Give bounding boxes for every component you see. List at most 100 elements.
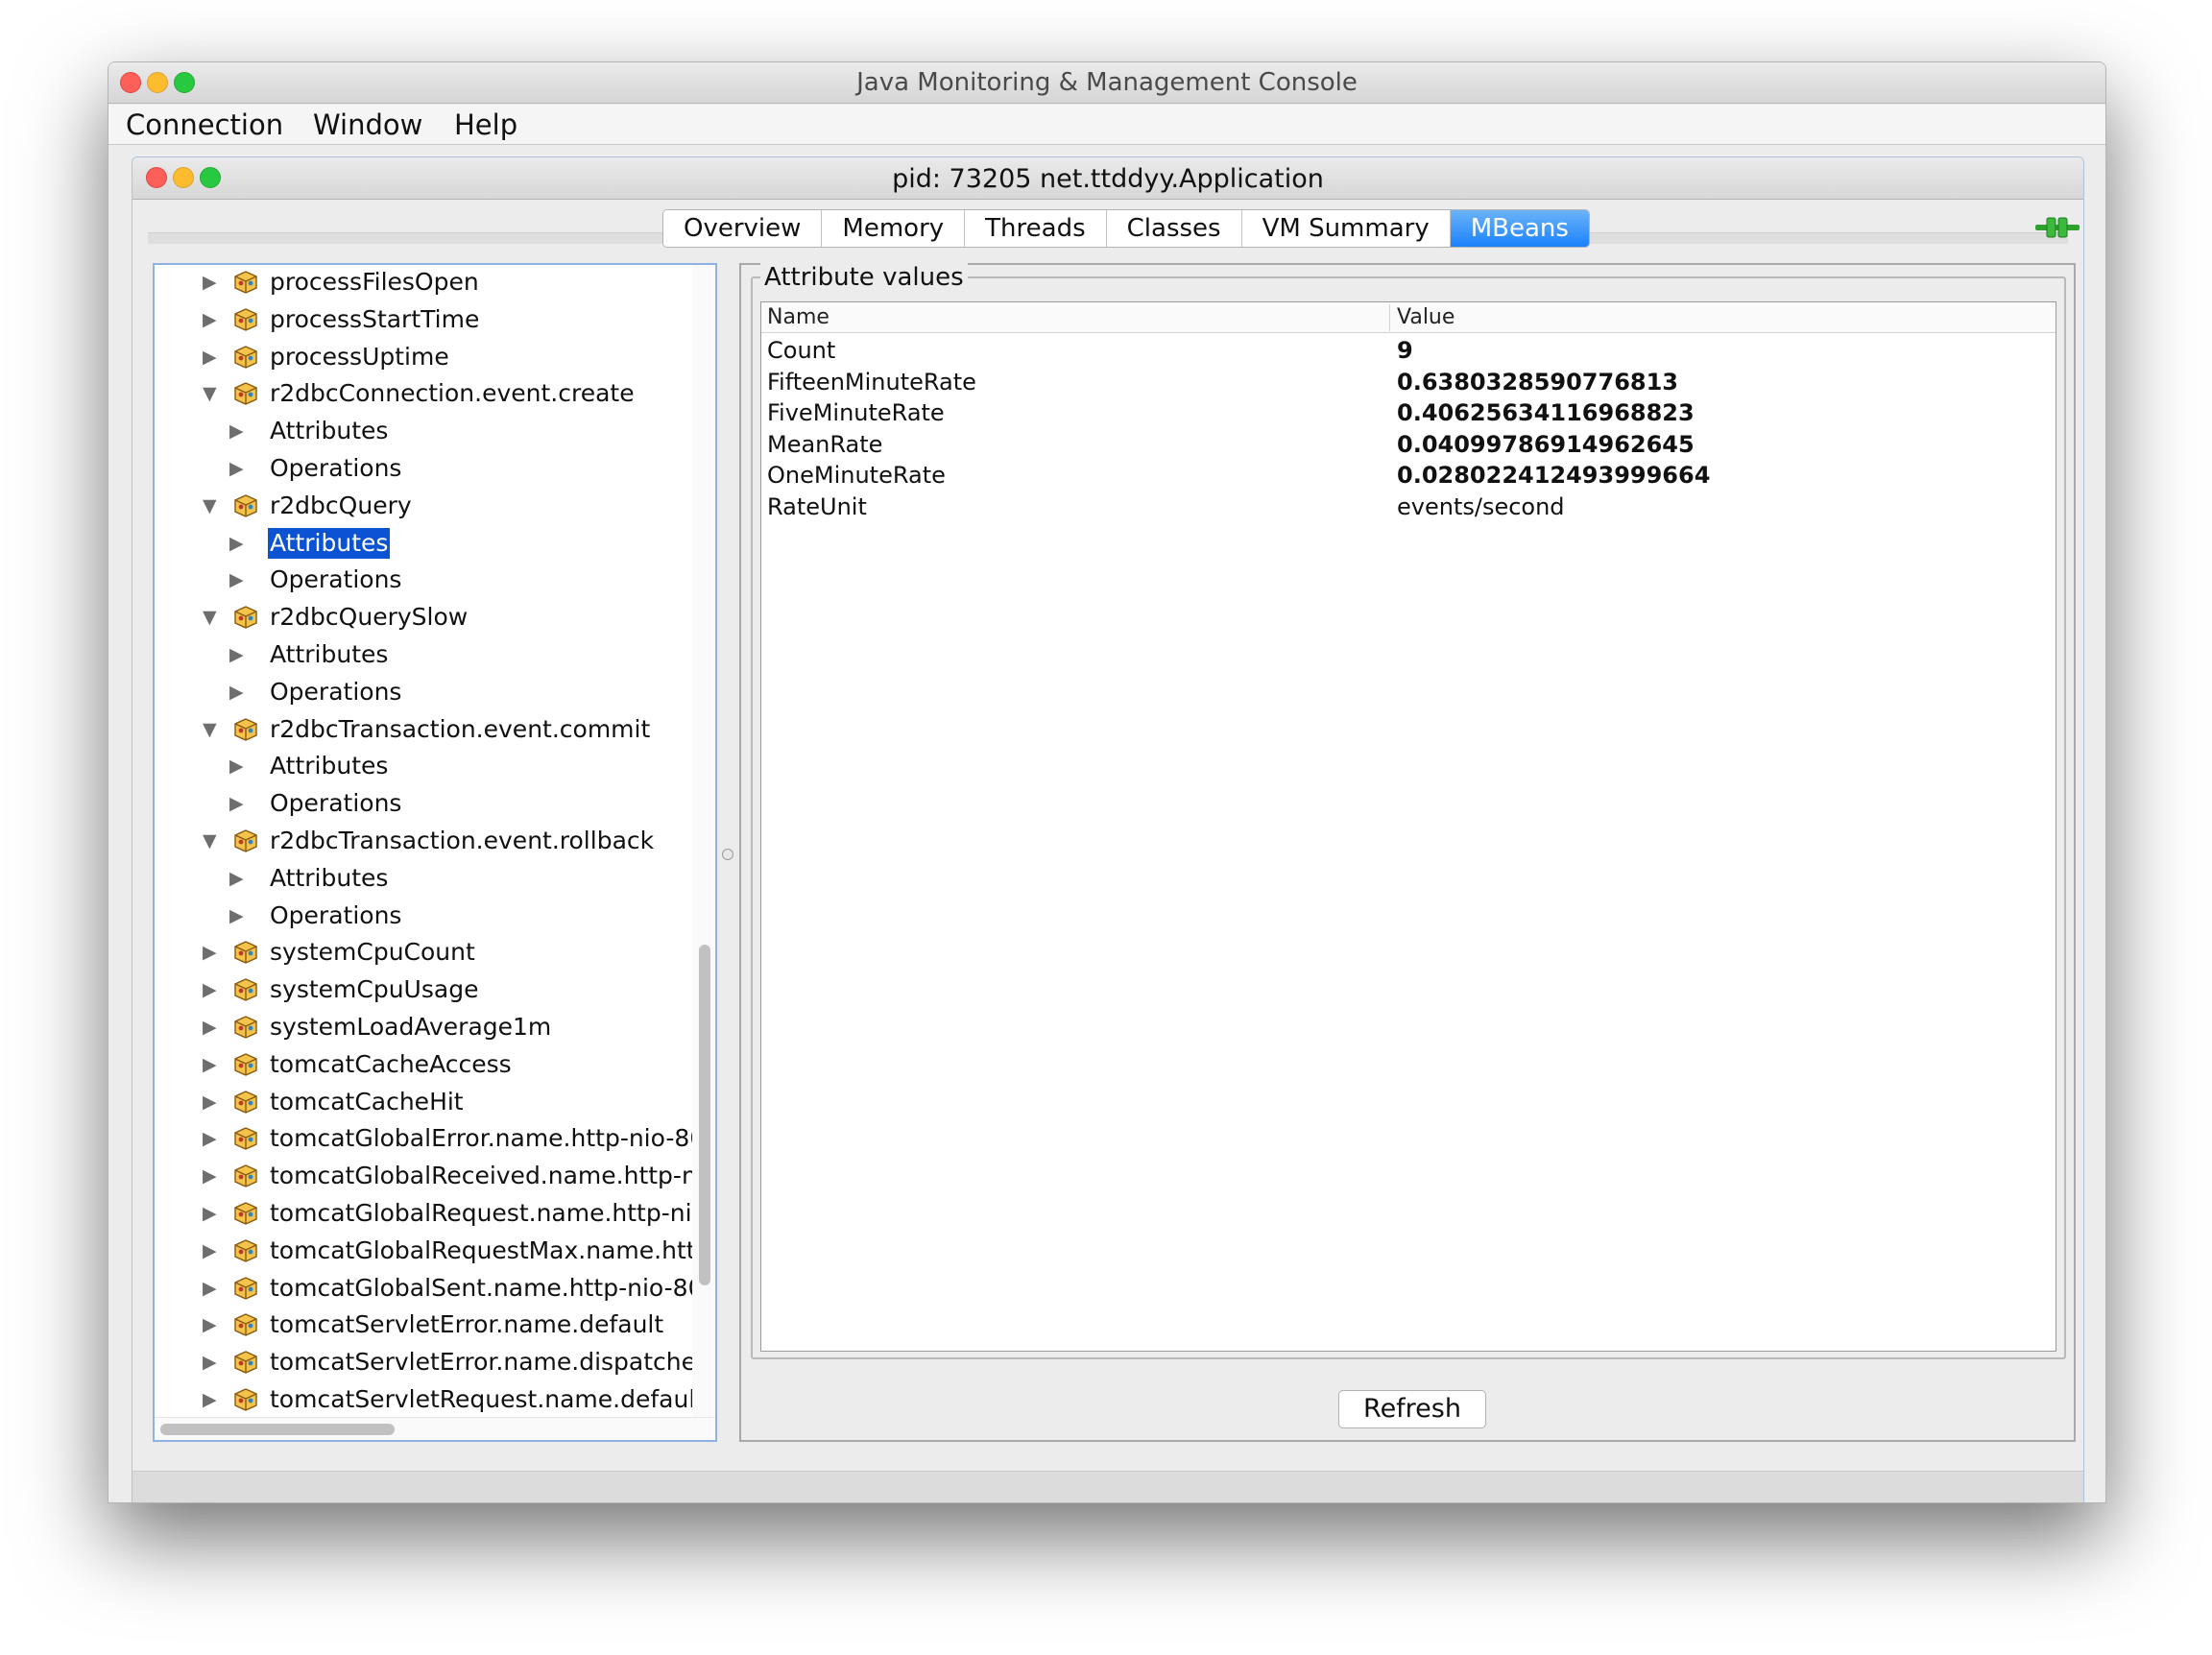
column-separator[interactable] xyxy=(1389,304,1390,331)
expand-down-arrow-icon[interactable]: ▼ xyxy=(203,607,217,628)
collapsed-right-arrow-icon[interactable]: ▶ xyxy=(203,979,217,1000)
tab-memory[interactable]: Memory xyxy=(822,210,966,247)
connected-plug-icon[interactable] xyxy=(2035,215,2080,240)
collapsed-right-arrow-icon[interactable]: ▶ xyxy=(229,793,244,814)
tree-node-operations[interactable]: ▶ Operations xyxy=(155,899,692,935)
tab-classes[interactable]: Classes xyxy=(1106,210,1242,247)
tree-node-label[interactable]: tomcatGlobalRequest.name.http-nio- xyxy=(268,1198,715,1229)
tree-node-label[interactable]: Operations xyxy=(268,677,403,708)
attribute-row[interactable]: OneMinuteRate 0.028022412493999664 xyxy=(761,460,2056,491)
tree-node-label[interactable]: systemCpuUsage xyxy=(268,974,480,1005)
tree-node-mbean[interactable]: ▶ tomcatServletError.name.default xyxy=(155,1307,692,1344)
tree-node-label[interactable]: tomcatServletRequest.name.default xyxy=(268,1384,707,1415)
tree-node-label[interactable]: tomcatCacheHit xyxy=(268,1087,466,1117)
tree-node-label[interactable]: tomcatGlobalSent.name.http-nio-808 xyxy=(268,1273,715,1304)
attribute-row[interactable]: RateUnit events/second xyxy=(761,492,2056,522)
column-header-name[interactable]: Name xyxy=(767,305,830,329)
tab-mbeans[interactable]: MBeans xyxy=(1450,210,1589,247)
tree-node-label[interactable]: Operations xyxy=(268,453,403,484)
tree-node-mbean[interactable]: ▶ tomcatServletRequest.name.default xyxy=(155,1382,705,1419)
expand-down-arrow-icon[interactable]: ▼ xyxy=(203,830,217,851)
tree-node-mbean[interactable]: ▶ processStartTime xyxy=(155,302,692,339)
collapsed-right-arrow-icon[interactable]: ▶ xyxy=(229,756,244,777)
collapsed-right-arrow-icon[interactable]: ▶ xyxy=(229,569,244,590)
attribute-value-cell[interactable]: 0.028022412493999664 xyxy=(1397,462,1710,489)
collapsed-right-arrow-icon[interactable]: ▶ xyxy=(203,1128,217,1149)
column-header-value[interactable]: Value xyxy=(1397,305,1455,329)
attribute-value-cell[interactable]: 0.04099786914962645 xyxy=(1397,431,1695,458)
tree-node-mbean[interactable]: ▼ r2dbcTransaction.event.rollback xyxy=(155,824,692,860)
menu-window[interactable]: Window xyxy=(313,108,422,141)
collapsed-right-arrow-icon[interactable]: ▶ xyxy=(203,1240,217,1261)
tree-node-label[interactable]: tomcatGlobalError.name.http-nio-80 xyxy=(268,1123,707,1154)
tab-vm-summary[interactable]: VM Summary xyxy=(1241,210,1451,247)
tree-node-label[interactable]: r2dbcQuerySlow xyxy=(268,602,469,633)
collapsed-right-arrow-icon[interactable]: ▶ xyxy=(203,309,217,330)
tree-node-operations[interactable]: ▶ Operations xyxy=(155,563,692,599)
collapsed-right-arrow-icon[interactable]: ▶ xyxy=(229,644,244,665)
tree-node-label[interactable]: systemLoadAverage1m xyxy=(268,1012,553,1043)
tree-node-label[interactable]: tomcatCacheAccess xyxy=(268,1049,514,1080)
tree-node-label[interactable]: tomcatServletError.name.dispatcherS xyxy=(268,1347,715,1378)
tree-node-label[interactable]: tomcatGlobalReceived.name.http-nio xyxy=(268,1161,715,1191)
collapsed-right-arrow-icon[interactable]: ▶ xyxy=(203,272,217,293)
tree-node-mbean[interactable]: ▶ tomcatGlobalError.name.http-nio-80 xyxy=(155,1121,705,1158)
expand-down-arrow-icon[interactable]: ▼ xyxy=(203,719,217,740)
tree-horizontal-scroll-thumb[interactable] xyxy=(160,1424,395,1435)
tree-node-operations[interactable]: ▶ Operations xyxy=(155,786,692,823)
tree-node-label[interactable]: r2dbcTransaction.event.commit xyxy=(268,714,652,745)
menu-help[interactable]: Help xyxy=(454,108,517,141)
attribute-row[interactable]: Count 9 xyxy=(761,335,2056,366)
tree-node-mbean[interactable]: ▶ processFilesOpen xyxy=(155,265,692,301)
tree-node-operations[interactable]: ▶ Operations xyxy=(155,451,692,488)
collapsed-right-arrow-icon[interactable]: ▶ xyxy=(203,1091,217,1113)
tree-node-mbean[interactable]: ▶ tomcatGlobalRequestMax.name.http- xyxy=(155,1234,715,1270)
collapsed-right-arrow-icon[interactable]: ▶ xyxy=(229,420,244,442)
tree-node-label[interactable]: tomcatGlobalRequestMax.name.http- xyxy=(268,1235,715,1266)
collapsed-right-arrow-icon[interactable]: ▶ xyxy=(203,347,217,368)
tree-node-mbean[interactable]: ▼ r2dbcConnection.event.create xyxy=(155,376,692,413)
collapsed-right-arrow-icon[interactable]: ▶ xyxy=(203,1054,217,1075)
tree-node-label[interactable]: r2dbcTransaction.event.rollback xyxy=(268,826,656,856)
tree-node-mbean[interactable]: ▶ tomcatCacheAccess xyxy=(155,1047,692,1084)
collapsed-right-arrow-icon[interactable]: ▶ xyxy=(229,533,244,554)
collapsed-right-arrow-icon[interactable]: ▶ xyxy=(203,1017,217,1038)
attribute-value-cell[interactable]: events/second xyxy=(1397,493,1565,520)
tree-node-attributes[interactable]: ▶ Attributes xyxy=(155,414,692,450)
refresh-button[interactable]: Refresh xyxy=(1338,1390,1486,1428)
tree-node-mbean[interactable]: ▶ systemLoadAverage1m xyxy=(155,1010,692,1046)
tree-node-label[interactable]: processFilesOpen xyxy=(268,267,481,298)
collapsed-right-arrow-icon[interactable]: ▶ xyxy=(229,458,244,479)
tree-node-operations[interactable]: ▶ Operations xyxy=(155,675,692,711)
collapsed-right-arrow-icon[interactable]: ▶ xyxy=(203,1314,217,1335)
tree-node-mbean[interactable]: ▶ tomcatGlobalRequest.name.http-nio- xyxy=(155,1196,715,1233)
expand-down-arrow-icon[interactable]: ▼ xyxy=(203,495,217,516)
collapsed-right-arrow-icon[interactable]: ▶ xyxy=(203,1203,217,1224)
attribute-row[interactable]: FifteenMinuteRate 0.6380328590776813 xyxy=(761,367,2056,397)
tree-node-label[interactable]: processUptime xyxy=(268,342,451,372)
split-pane-divider-handle[interactable] xyxy=(722,849,733,860)
tree-node-label[interactable]: Operations xyxy=(268,564,403,595)
tree-node-label[interactable]: tomcatServletError.name.default xyxy=(268,1309,665,1340)
tree-node-mbean[interactable]: ▶ tomcatCacheHit xyxy=(155,1085,692,1121)
tree-node-label[interactable]: Attributes xyxy=(268,527,391,559)
expand-down-arrow-icon[interactable]: ▼ xyxy=(203,383,217,404)
tree-node-label[interactable]: systemCpuCount xyxy=(268,937,477,968)
tree-node-label[interactable]: Attributes xyxy=(268,751,390,781)
tree-vertical-scroll-thumb[interactable] xyxy=(699,945,710,1285)
collapsed-right-arrow-icon[interactable]: ▶ xyxy=(229,905,244,926)
tree-node-mbean[interactable]: ▶ tomcatServletError.name.dispatcherS xyxy=(155,1345,715,1381)
tree-node-label[interactable]: processStartTime xyxy=(268,304,481,335)
tree-node-label[interactable]: r2dbcQuery xyxy=(268,491,414,521)
tree-node-mbean[interactable]: ▼ r2dbcTransaction.event.commit xyxy=(155,712,692,749)
tree-node-label[interactable]: Attributes xyxy=(268,639,390,670)
tree-node-attributes[interactable]: ▶ Attributes xyxy=(155,749,692,785)
tree-node-attributes[interactable]: ▶ Attributes xyxy=(155,861,692,898)
attribute-row[interactable]: MeanRate 0.04099786914962645 xyxy=(761,429,2056,460)
tree-node-mbean[interactable]: ▶ systemCpuUsage xyxy=(155,972,692,1009)
collapsed-right-arrow-icon[interactable]: ▶ xyxy=(229,868,244,889)
tree-node-label[interactable]: Operations xyxy=(268,788,403,819)
collapsed-right-arrow-icon[interactable]: ▶ xyxy=(203,942,217,963)
tree-node-label[interactable]: Attributes xyxy=(268,416,390,446)
tree-node-mbean[interactable]: ▼ r2dbcQuerySlow xyxy=(155,600,692,636)
